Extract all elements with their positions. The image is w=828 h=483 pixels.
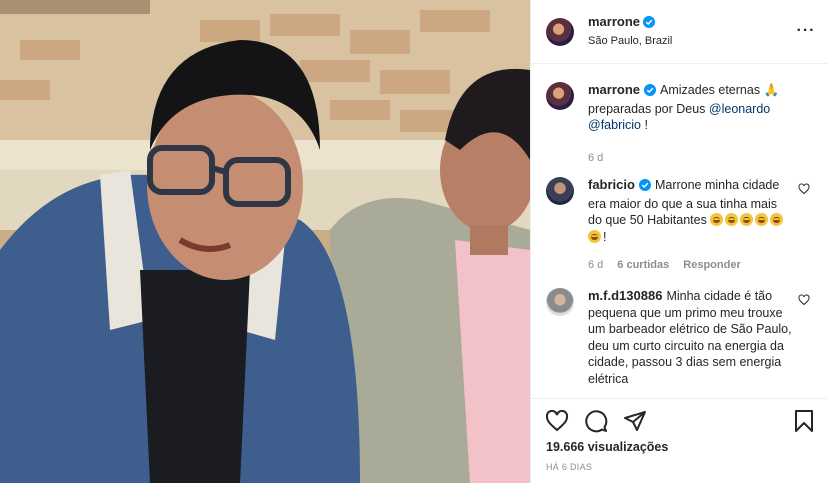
views-number: 19.666: [546, 440, 585, 454]
laughing-emoji-icon: [725, 213, 739, 226]
views-count[interactable]: 19.666 visualizações: [546, 440, 668, 454]
like-comment-heart-icon[interactable]: [798, 294, 810, 309]
laughing-emoji-icon: [755, 213, 769, 226]
reply-button[interactable]: Responder: [683, 257, 740, 274]
comments-section: marrone Amizades eternas 🙏 preparadas por…: [531, 65, 828, 397]
caption-username[interactable]: marrone: [588, 82, 640, 97]
comment-avatar[interactable]: [546, 177, 574, 205]
caption-meta: 6 d: [588, 150, 803, 167]
comment-bubble-icon[interactable]: [584, 409, 608, 436]
author-username[interactable]: marrone: [588, 14, 640, 29]
posted-time[interactable]: HÁ 6 DIAS: [546, 462, 592, 472]
comment-username[interactable]: m.f.d130886: [588, 288, 662, 303]
verified-badge-icon: [638, 179, 651, 196]
author-avatar[interactable]: [546, 17, 574, 46]
save-bookmark-icon[interactable]: [793, 409, 815, 436]
comment-body: m.f.d130886 Minha cidade é tão pequena qu…: [588, 288, 793, 387]
verified-badge-icon: [644, 84, 657, 101]
like-comment-heart-icon[interactable]: [798, 183, 810, 198]
comment-likes[interactable]: 6 curtidas: [617, 257, 669, 274]
caption: marrone Amizades eternas 🙏 preparadas por…: [546, 82, 816, 166]
comment-item: fabricio Marrone minha cidade era maior d…: [546, 177, 816, 274]
more-options-icon[interactable]: ···: [797, 22, 815, 40]
comment-avatar[interactable]: [546, 288, 574, 316]
share-paper-plane-icon[interactable]: [623, 409, 647, 436]
comment-text: Minha cidade é tão pequena que um primo …: [588, 289, 792, 386]
comment-age[interactable]: 6 d: [588, 257, 603, 274]
post-video[interactable]: [0, 0, 530, 483]
like-heart-icon[interactable]: [545, 409, 569, 436]
post-header: marrone São Paulo, Brazil ···: [531, 0, 828, 64]
laughing-emoji-icon: [770, 213, 784, 226]
laughing-emoji-icon: [710, 213, 724, 226]
mention-leonardo[interactable]: @leonardo: [709, 102, 770, 116]
comment-body: fabricio Marrone minha cidade era maior d…: [588, 177, 793, 274]
caption-body: marrone Amizades eternas 🙏 preparadas por…: [588, 82, 803, 166]
action-icons: [545, 409, 647, 436]
comment-text-end: !: [603, 229, 607, 244]
caption-age[interactable]: 6 d: [588, 150, 603, 167]
instagram-post: marrone São Paulo, Brazil ··· marrone Ami…: [0, 0, 828, 483]
laughing-emoji-icon: [588, 229, 601, 243]
video-frame: [0, 0, 530, 483]
comment-meta: 6 d 6 curtidas Responder: [588, 257, 793, 274]
author-info: marrone São Paulo, Brazil: [588, 14, 672, 49]
comment-username[interactable]: fabricio: [588, 177, 635, 192]
caption-text-end: !: [641, 118, 648, 132]
caption-avatar[interactable]: [546, 82, 574, 110]
verified-badge-icon: [643, 16, 656, 32]
post-actions: 19.666 visualizações HÁ 6 DIAS: [531, 398, 828, 483]
post-location[interactable]: São Paulo, Brazil: [588, 33, 672, 49]
comment-item: m.f.d130886 Minha cidade é tão pequena qu…: [546, 288, 816, 387]
post-sidebar: marrone São Paulo, Brazil ··· marrone Ami…: [530, 0, 828, 483]
views-label: visualizações: [587, 440, 669, 454]
laughing-emoji-icon: [740, 213, 754, 226]
mention-fabricio[interactable]: @fabricio: [588, 118, 641, 132]
